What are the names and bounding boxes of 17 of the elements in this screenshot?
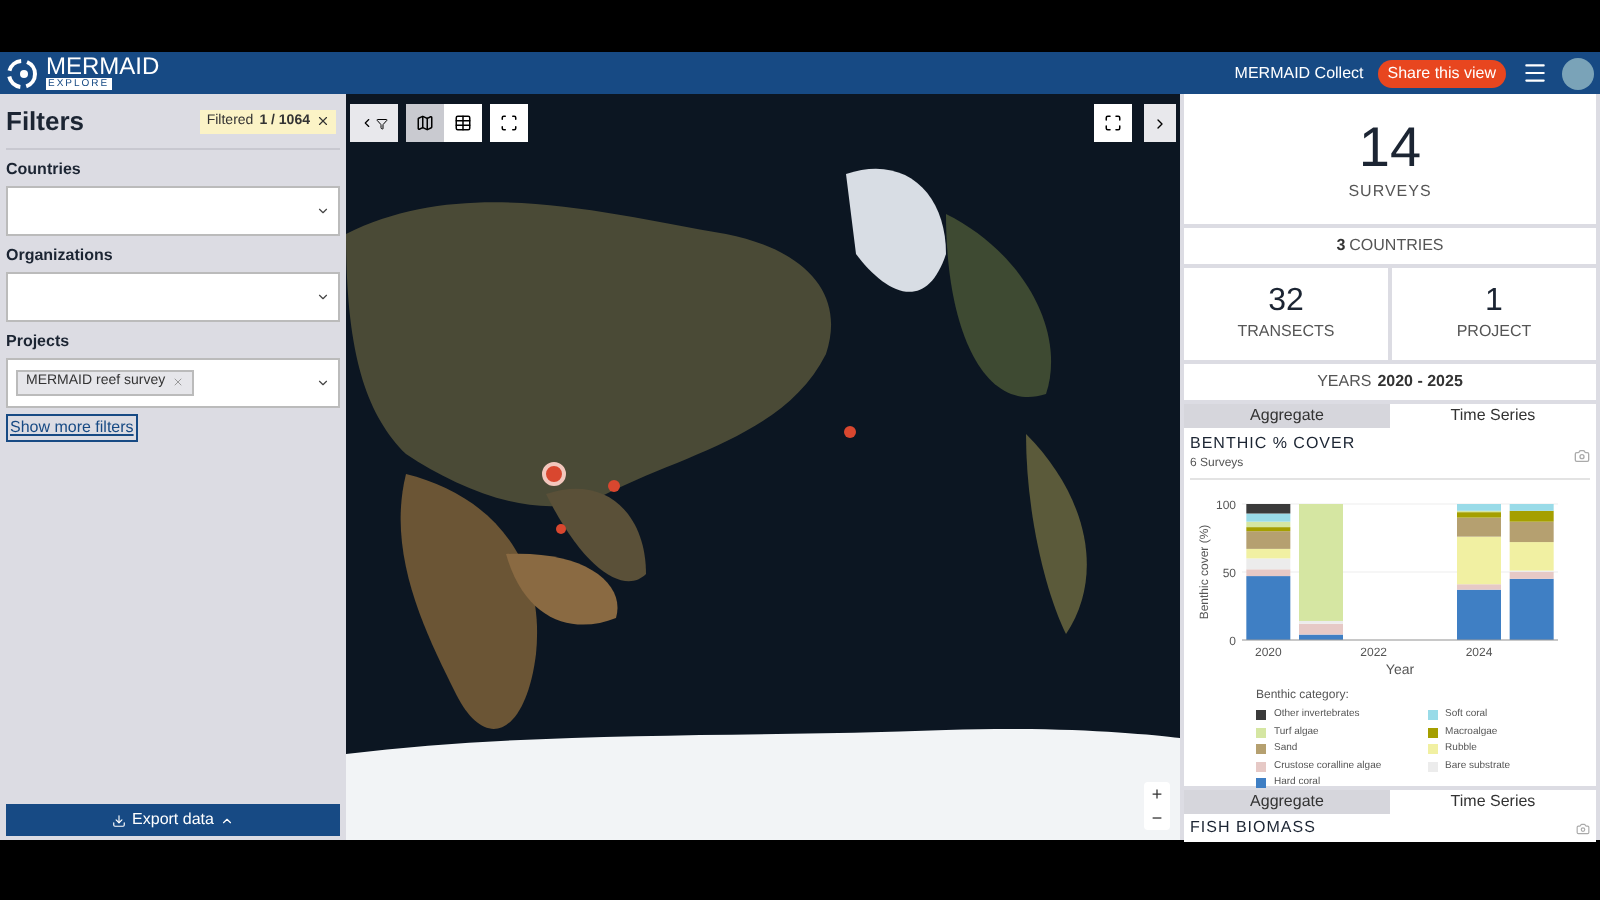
stat-value: 1 — [1485, 284, 1503, 320]
chart-title: FISH BIOMASS — [1190, 816, 1316, 840]
stat-label: PROJECT — [1456, 320, 1532, 344]
countries-label: COUNTRIES — [1349, 234, 1444, 258]
field-label: Projects — [6, 329, 72, 353]
surveys-label: SURVEYS — [1348, 179, 1432, 203]
logo-title: MERMAID — [46, 56, 160, 78]
filters-title: Filters — [6, 104, 85, 140]
years-label: YEARS — [1317, 370, 1372, 394]
countries-count: 3 — [1336, 234, 1346, 258]
stat-value: 32 — [1268, 284, 1304, 320]
years-range: 2020 - 2025 — [1377, 370, 1463, 394]
surveys-count: 14 — [1358, 115, 1422, 179]
field-label: Countries — [6, 157, 83, 181]
chart-title: BENTHIC % COVER — [1190, 432, 1356, 456]
field-label: Organizations — [6, 243, 115, 267]
stat-label: TRANSECTS — [1237, 320, 1335, 344]
